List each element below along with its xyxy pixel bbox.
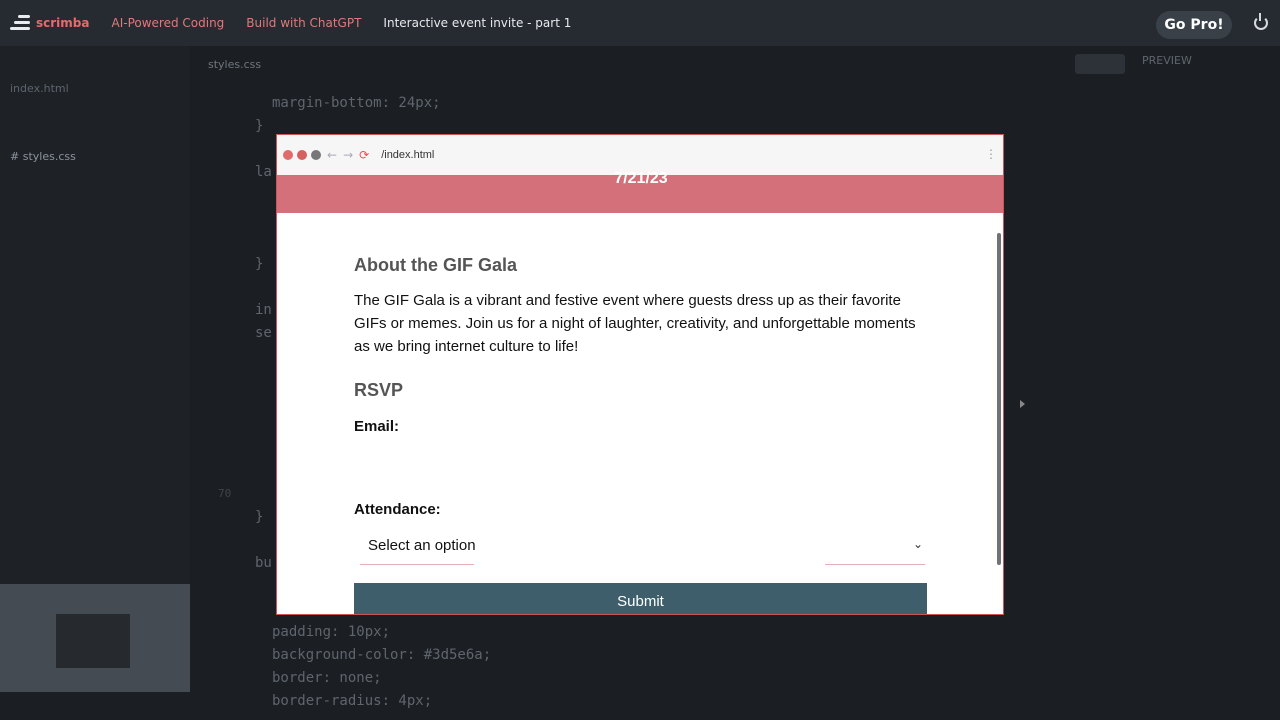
code-line: margin-bottom: 24px; xyxy=(272,95,441,111)
code-line: padding: 10px; xyxy=(272,624,391,640)
window-minimize-dot[interactable] xyxy=(297,150,307,160)
code-line: } xyxy=(255,118,264,134)
scrollbar[interactable] xyxy=(997,233,1001,565)
go-pro-button[interactable]: Go Pro! xyxy=(1156,11,1232,39)
scrimba-logo-icon xyxy=(10,15,30,31)
select-underline-left xyxy=(360,564,474,565)
chevron-down-icon: ⌄ xyxy=(912,537,923,551)
attendance-select-value: Select an option xyxy=(368,536,476,554)
attendance-select[interactable]: Select an option ⌄ xyxy=(354,525,927,565)
bottom-bar xyxy=(0,708,1280,720)
power-icon[interactable] xyxy=(1254,13,1268,30)
breadcrumb-build-with-chatgpt[interactable]: Build with ChatGPT xyxy=(246,16,361,30)
page-content: About the GIF Gala The GIF Gala is a vib… xyxy=(277,213,1003,614)
code-line: se xyxy=(255,325,272,341)
attendance-label: Attendance: xyxy=(354,501,441,518)
forward-icon[interactable]: → xyxy=(343,148,353,162)
about-heading: About the GIF Gala xyxy=(354,255,518,275)
email-label: Email: xyxy=(354,418,400,435)
code-line: bu xyxy=(255,555,272,571)
menu-dots-icon[interactable]: ⋮ xyxy=(985,147,997,161)
top-bar: scrimba AI-Powered Coding Build with Cha… xyxy=(0,0,1280,46)
file-item-index-html[interactable]: index.html xyxy=(10,82,69,95)
code-line: la xyxy=(255,164,272,180)
logo-text: scrimba xyxy=(36,16,90,30)
back-icon[interactable]: ← xyxy=(327,148,337,162)
window-close-dot[interactable] xyxy=(283,150,293,160)
mouse-cursor xyxy=(1020,400,1025,408)
about-description: The GIF Gala is a vibrant and festive ev… xyxy=(354,292,916,355)
scrimba-logo[interactable]: scrimba xyxy=(10,15,89,31)
video-frame xyxy=(56,614,130,668)
breadcrumb-ai-powered-coding[interactable]: AI-Powered Coding xyxy=(111,16,224,30)
preview-tab-highlight xyxy=(1075,54,1125,74)
line-number: 70 xyxy=(218,487,232,500)
code-line: } xyxy=(255,256,264,272)
event-date: 7/21/23 xyxy=(614,170,668,187)
tab-preview[interactable]: PREVIEW xyxy=(1142,54,1192,67)
select-underline-right xyxy=(825,564,925,565)
event-hero-banner: 7/21/23 xyxy=(277,170,1003,213)
file-panel: index.html # styles.css xyxy=(0,46,190,584)
editor-tab-styles[interactable]: styles.css xyxy=(208,58,261,71)
submit-button[interactable]: Submit xyxy=(354,583,927,614)
code-line: background-color: #3d5e6a; xyxy=(272,647,492,663)
code-line: border: none; xyxy=(272,670,382,686)
email-field[interactable] xyxy=(354,445,927,481)
rsvp-heading: RSVP xyxy=(354,380,404,400)
video-thumbnail[interactable] xyxy=(0,584,190,692)
browser-url[interactable]: /index.html xyxy=(381,149,434,161)
code-line: in xyxy=(255,302,272,318)
window-maximize-dot[interactable] xyxy=(311,150,321,160)
code-line: } xyxy=(255,509,264,525)
refresh-icon[interactable]: ⟳ xyxy=(359,148,369,162)
code-line: border-radius: 4px; xyxy=(272,693,433,709)
preview-browser: ← → ⟳ /index.html ⋮ 7/21/23 About the GI… xyxy=(276,134,1004,615)
file-item-styles-css[interactable]: # styles.css xyxy=(10,150,76,163)
browser-url-bar: ← → ⟳ /index.html ⋮ xyxy=(277,135,1003,175)
breadcrumb-current-lesson: Interactive event invite - part 1 xyxy=(383,16,572,30)
